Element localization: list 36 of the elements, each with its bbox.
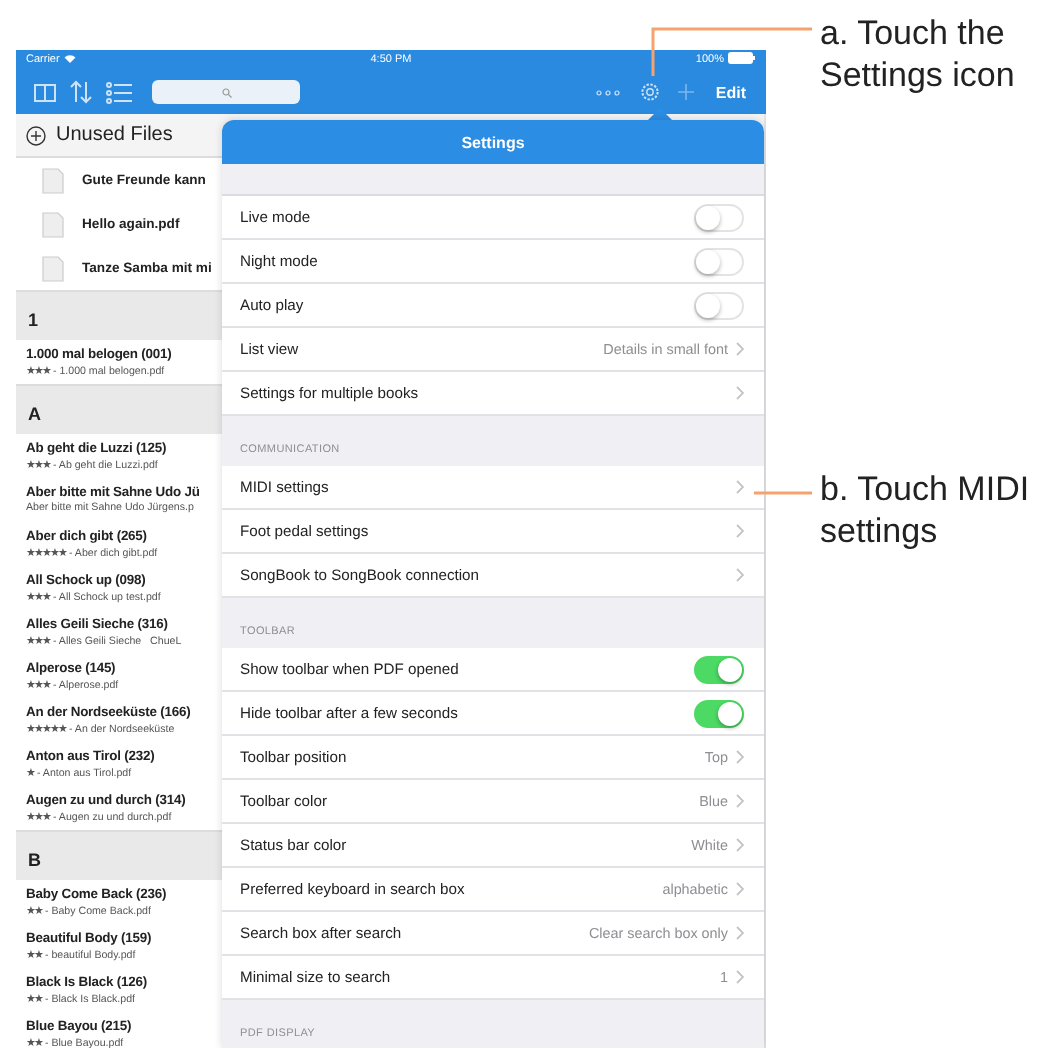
chevron-icon (736, 794, 744, 808)
sort-icon[interactable] (70, 80, 92, 104)
toggle-switch[interactable] (694, 203, 744, 231)
chevron-icon (736, 386, 744, 400)
wifi-icon (63, 53, 76, 63)
chevron-icon (736, 750, 744, 764)
chevron-icon (736, 480, 744, 494)
book-icon[interactable] (34, 83, 56, 101)
edit-button[interactable]: Edit (707, 83, 754, 101)
more-icon[interactable] (595, 89, 620, 95)
toggle-switch[interactable] (694, 699, 744, 727)
settings-icon[interactable] (639, 82, 660, 102)
chevron-icon (736, 342, 744, 356)
list-icon[interactable] (106, 81, 132, 103)
document-icon (42, 255, 64, 281)
add-circle-icon[interactable] (26, 125, 46, 145)
chevron-icon (736, 926, 744, 940)
toggle-switch[interactable] (694, 247, 744, 275)
chevron-icon (736, 970, 744, 984)
toggle-switch[interactable] (694, 655, 744, 683)
search-field[interactable] (152, 80, 300, 104)
document-icon (42, 167, 64, 193)
toggle-switch[interactable] (694, 291, 744, 319)
chevron-icon (736, 524, 744, 538)
document-icon (42, 211, 64, 237)
search-icon (221, 87, 231, 97)
chevron-icon (736, 838, 744, 852)
callout-text: b. Touch MIDI settings (820, 468, 1032, 552)
popover-title: Settings (461, 133, 525, 151)
leader-line (754, 491, 812, 495)
callout-text: a. Touch the Settings icon (820, 12, 1017, 96)
plus-icon[interactable] (677, 84, 694, 100)
battery-icon (728, 52, 756, 64)
chevron-icon (736, 882, 744, 896)
chevron-icon (736, 568, 744, 582)
section-title: Unused Files (56, 124, 173, 146)
